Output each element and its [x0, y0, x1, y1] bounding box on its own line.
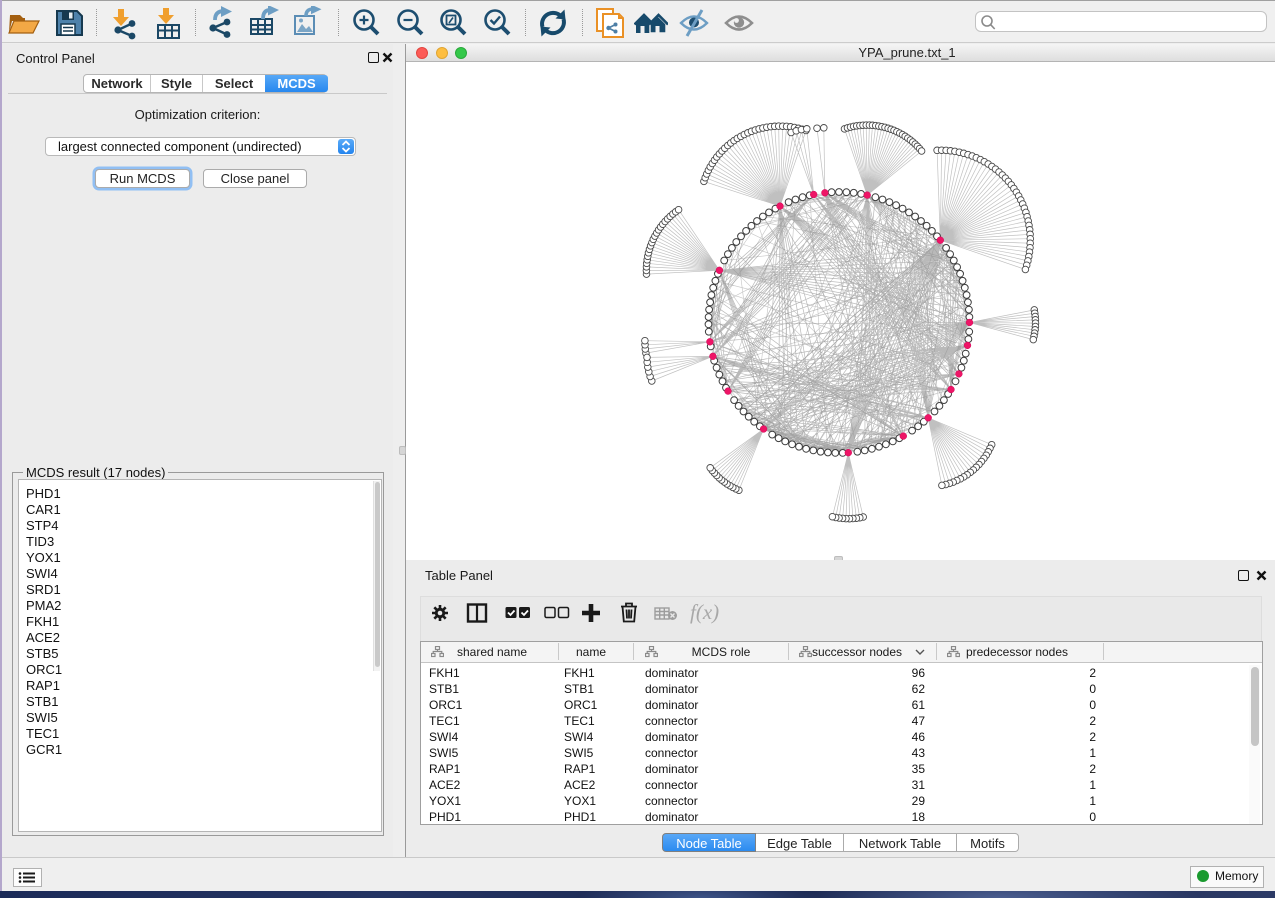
- svg-text:Memory: Memory: [1215, 869, 1258, 883]
